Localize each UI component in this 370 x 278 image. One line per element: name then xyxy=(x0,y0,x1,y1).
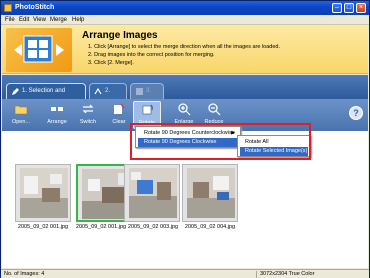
rotate-submenu: Rotate All Rotate Selected Image(s) xyxy=(237,135,311,157)
tab-selection-and-arrangement[interactable]: 1. Selection and Arrangement xyxy=(6,83,86,108)
rotate-icon xyxy=(142,104,153,115)
menu-edit[interactable]: Edit xyxy=(19,16,29,24)
save-icon xyxy=(136,88,143,95)
menu-merge[interactable]: Merge xyxy=(50,16,67,24)
app-window: PhotoStitch – □ × File Edit View Merge H… xyxy=(0,0,370,278)
photo-office-4 xyxy=(187,168,235,218)
rotate-menu: Rotate 90 Degrees Counterclockwise ▶ Rot… xyxy=(135,126,241,148)
rotate-button[interactable]: Rotate xyxy=(133,101,161,129)
image-resolution: 3072x2304 True Color xyxy=(260,271,315,277)
submenu-arrow-icon: ▶ xyxy=(231,130,235,136)
image-thumbnail-3[interactable] xyxy=(124,164,180,222)
tab-save: 3. Save xyxy=(130,83,164,108)
merge-icon xyxy=(94,87,102,95)
menu-item-rotate-all[interactable]: Rotate All xyxy=(240,138,308,147)
menu-item-rotate-counterclockwise[interactable]: Rotate 90 Degrees Counterclockwise ▶ xyxy=(138,129,238,138)
menu-file[interactable]: File xyxy=(5,16,15,24)
step-tabs: 1. Selection and Arrangement 2. Merge 3.… xyxy=(2,75,368,108)
menu-view[interactable]: View xyxy=(33,16,46,24)
banner-title: Arrange Images xyxy=(82,30,158,41)
photo-office-2 xyxy=(82,169,130,219)
folder-icon xyxy=(14,105,28,115)
maximize-button[interactable]: □ xyxy=(344,3,354,13)
clear-button[interactable]: Clear xyxy=(105,101,133,129)
help-button[interactable]: ? xyxy=(349,106,363,120)
arrange-icon xyxy=(51,107,63,111)
menu-item-rotate-selected[interactable]: Rotate Selected Image(s) xyxy=(240,147,308,156)
image-filename-2: 2005_09_02 001.jpg xyxy=(75,224,127,230)
window-title: PhotoStitch xyxy=(15,4,55,11)
switch-button[interactable]: Switch xyxy=(74,101,102,129)
zoom-in-icon xyxy=(178,103,191,116)
clear-icon xyxy=(114,103,125,114)
tab-merge[interactable]: 2. Merge xyxy=(89,83,127,108)
image-thumbnail-4[interactable] xyxy=(182,164,238,222)
zoom-out-icon xyxy=(208,103,221,116)
image-filename-1: 2005_09_02 001.jpg xyxy=(17,224,69,230)
menu-bar: File Edit View Merge Help xyxy=(1,15,369,25)
status-divider xyxy=(256,271,257,278)
minimize-button[interactable]: – xyxy=(332,3,342,13)
status-bar: No. of Images: 4 3072x2304 True Color xyxy=(1,269,369,278)
close-button[interactable]: × xyxy=(356,3,366,13)
app-icon xyxy=(4,4,12,12)
title-bar: PhotoStitch – □ × xyxy=(1,1,369,15)
instruction-step-2: 2. Drag images into the correct position… xyxy=(88,52,215,58)
instruction-banner: Arrange Images 1. Click [Arrange] to sel… xyxy=(2,26,368,74)
menu-item-rotate-clockwise[interactable]: Rotate 90 Degrees Clockwise xyxy=(138,138,238,147)
enlarge-button[interactable]: Enlarge xyxy=(170,101,198,129)
photo-office-1 xyxy=(20,168,68,218)
reduce-button[interactable]: Reduce xyxy=(200,101,228,129)
image-filename-4: 2005_09_02 004.jpg xyxy=(184,224,236,230)
arrange-button[interactable]: Arrange xyxy=(43,101,71,129)
menu-help[interactable]: Help xyxy=(72,16,84,24)
photo-office-3 xyxy=(129,168,177,218)
open-button[interactable]: Open... xyxy=(7,101,35,129)
image-filename-3: 2005_09_02 003.jpg xyxy=(127,224,179,230)
instruction-step-3: 3. Click [2. Merge]. xyxy=(88,60,134,66)
instruction-step-1: 1. Click [Arrange] to select the merge d… xyxy=(88,44,280,50)
image-thumbnail-1[interactable] xyxy=(15,164,71,222)
image-count: No. of Images: 4 xyxy=(4,271,45,277)
pencil-icon xyxy=(12,88,19,95)
arrange-illustration-icon xyxy=(6,28,72,72)
switch-icon xyxy=(82,104,94,114)
